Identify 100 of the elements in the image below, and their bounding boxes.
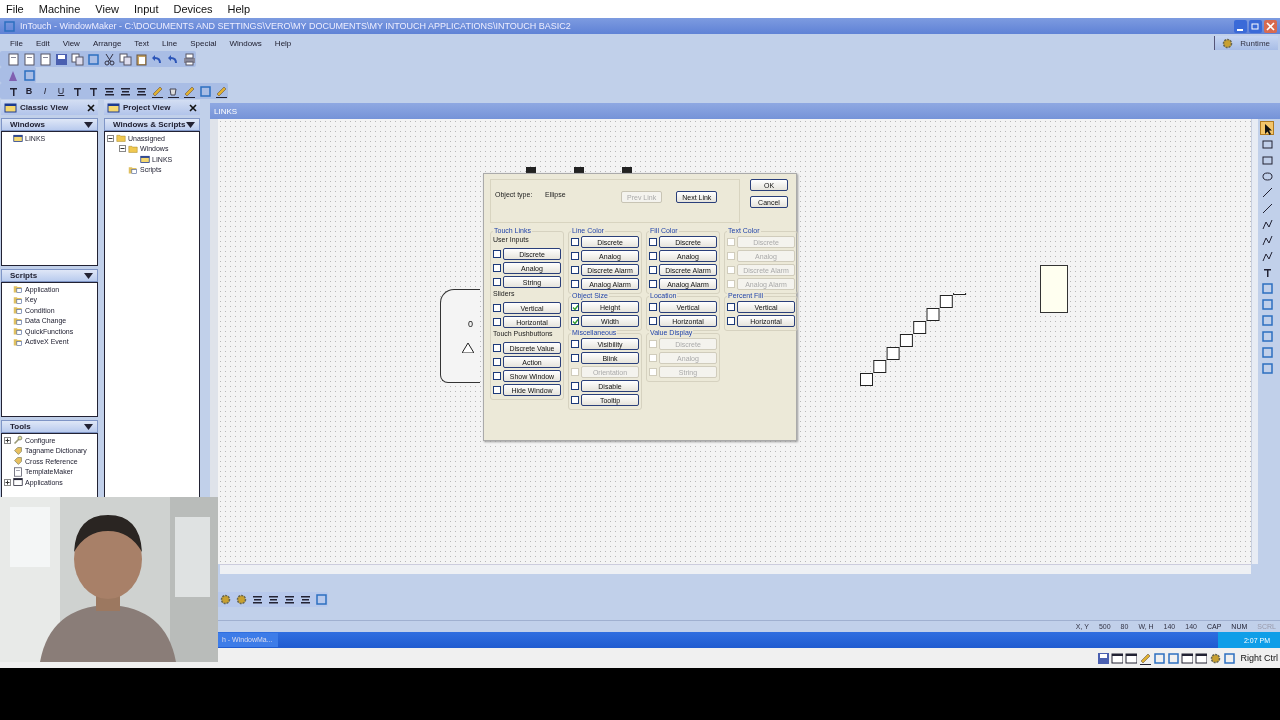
menu-item[interactable]: Line	[162, 38, 178, 48]
align-icon[interactable]	[282, 593, 296, 606]
checkbox[interactable]	[571, 396, 579, 404]
menu-item[interactable]: Help	[274, 38, 292, 48]
dropdown-arrow-icon[interactable]	[186, 121, 195, 128]
menu-item[interactable]: Machine	[38, 3, 81, 15]
rectangle-icon[interactable]	[1260, 153, 1274, 167]
menu-item[interactable]: Edit	[35, 38, 50, 48]
close-button[interactable]	[1264, 19, 1277, 33]
gear-icon[interactable]	[1209, 651, 1222, 665]
polyline-icon[interactable]	[1260, 233, 1274, 247]
align-icon[interactable]	[266, 593, 280, 606]
checkbox[interactable]	[571, 252, 579, 260]
pencil-icon[interactable]	[150, 84, 164, 98]
checkbox[interactable]	[571, 354, 579, 362]
checkbox[interactable]	[727, 303, 735, 311]
monitor-icon[interactable]	[1181, 651, 1194, 665]
menu-item[interactable]: File	[10, 38, 23, 48]
page-icon	[13, 466, 23, 477]
line-icon[interactable]	[1260, 185, 1274, 199]
section-header[interactable]: Windows	[1, 118, 98, 131]
folder-icon	[128, 143, 138, 154]
page-icon[interactable]	[6, 52, 20, 66]
expand-icon[interactable]	[4, 436, 11, 444]
wrench-icon	[13, 435, 23, 446]
polyline-icon[interactable]	[1260, 249, 1274, 263]
ellipse-icon[interactable]	[1260, 169, 1274, 183]
menu-item[interactable]: View	[62, 38, 80, 48]
minimize-button[interactable]	[1234, 19, 1247, 33]
monitor-icon[interactable]	[1111, 651, 1124, 665]
checkbox[interactable]	[493, 318, 501, 326]
pencil-icon[interactable]	[182, 84, 196, 98]
close-icon[interactable]	[87, 103, 95, 112]
checkbox[interactable]	[571, 266, 579, 274]
page-icon[interactable]	[38, 52, 52, 66]
restore-button[interactable]	[1249, 19, 1262, 33]
dropdown-arrow-icon[interactable]	[84, 272, 93, 279]
menu-item[interactable]: Windows	[229, 38, 262, 48]
pencil-icon[interactable]	[214, 84, 228, 98]
printer-icon[interactable]	[182, 52, 196, 66]
menu-item[interactable]: View	[95, 3, 119, 15]
expand-icon[interactable]	[4, 478, 11, 486]
format-button[interactable]: U	[54, 84, 68, 98]
close-icon[interactable]	[189, 103, 197, 112]
checkbox[interactable]	[727, 317, 735, 325]
checkbox[interactable]	[571, 340, 579, 348]
checkbox[interactable]	[493, 344, 501, 352]
polyline-icon[interactable]	[1260, 217, 1274, 231]
gear-icon[interactable]	[234, 593, 248, 606]
scroll-bar[interactable]	[1251, 119, 1258, 564]
checkbox[interactable]	[571, 238, 579, 246]
checkbox[interactable]	[493, 278, 501, 286]
menu-item[interactable]: Arrange	[92, 38, 122, 48]
checkbox[interactable]	[649, 238, 657, 246]
collapse-icon[interactable]	[107, 134, 114, 142]
scroll-bar[interactable]	[220, 564, 1251, 574]
checkbox[interactable]	[649, 280, 657, 288]
checkbox[interactable]	[493, 386, 501, 394]
dropdown-arrow-icon[interactable]	[84, 423, 93, 430]
checkbox[interactable]	[493, 264, 501, 272]
runtime-button[interactable]: Runtime	[1214, 36, 1278, 50]
frame-icon[interactable]	[1223, 651, 1236, 665]
window-icon	[13, 133, 23, 144]
dropdown-arrow-icon[interactable]	[84, 121, 93, 128]
monitor-icon[interactable]	[1125, 651, 1138, 665]
menu-item[interactable]: Help	[227, 3, 251, 15]
clipboard-icon[interactable]	[134, 52, 148, 66]
checkbox[interactable]	[493, 304, 501, 312]
menu-item[interactable]: File	[6, 3, 24, 15]
checkbox[interactable]	[649, 252, 657, 260]
page-icon[interactable]	[22, 52, 36, 66]
pencil-icon[interactable]	[1139, 651, 1152, 665]
checkbox[interactable]	[649, 317, 657, 325]
section-header[interactable]: Scripts	[1, 269, 98, 282]
checkbox[interactable]	[649, 303, 657, 311]
menu-item[interactable]: Special	[190, 38, 217, 48]
checkbox[interactable]	[649, 266, 657, 274]
checkbox[interactable]	[571, 303, 579, 311]
format-button[interactable]: B	[22, 84, 36, 98]
align-icon[interactable]	[298, 593, 312, 606]
checkbox[interactable]	[493, 372, 501, 380]
checkbox[interactable]	[571, 280, 579, 288]
copy-icon[interactable]	[70, 52, 84, 66]
checkbox[interactable]	[571, 317, 579, 325]
checkbox[interactable]	[493, 358, 501, 366]
menu-item[interactable]: Devices	[173, 3, 213, 15]
section-header[interactable]: Windows & Scripts	[104, 118, 200, 131]
copy-icon[interactable]	[118, 52, 132, 66]
monitor-icon[interactable]	[1195, 651, 1208, 665]
scissors-icon[interactable]	[102, 52, 116, 66]
line-icon[interactable]	[1260, 201, 1274, 215]
gear-icon[interactable]	[218, 593, 232, 606]
menu-item[interactable]: Input	[133, 3, 159, 15]
align-icon[interactable]	[250, 593, 264, 606]
collapse-icon[interactable]	[119, 145, 126, 153]
menu-item[interactable]: Text	[134, 38, 150, 48]
section-header[interactable]: Tools	[1, 420, 98, 433]
checkbox[interactable]	[493, 250, 501, 258]
checkbox[interactable]	[571, 382, 579, 390]
format-button[interactable]: I	[38, 84, 52, 98]
